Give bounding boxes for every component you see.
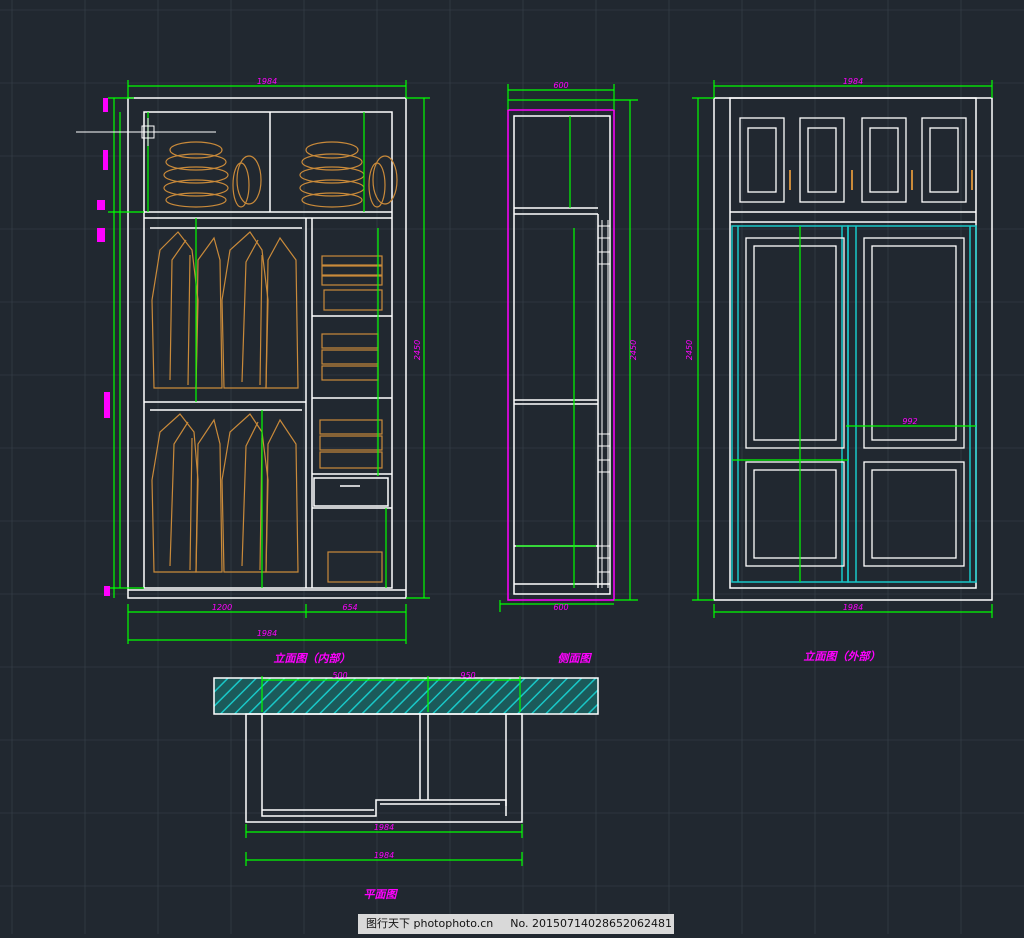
sliding-door-panels (745, 237, 965, 567)
label-plan-view: 平面图 (364, 888, 399, 901)
cad-canvas: 1984 2450 1200 654 1984 600 2450 600 198… (0, 0, 1024, 934)
dim-front-outer-bottom: 1984 (843, 603, 863, 612)
folded-clothes-left (163, 141, 262, 208)
cad-drawing: 1984 2450 1200 654 1984 600 2450 600 198… (0, 0, 1024, 934)
label-side-view: 侧面图 (558, 652, 593, 665)
dim-plan-width-2: 1984 (374, 851, 394, 860)
plan-body (245, 713, 523, 823)
side-elevation (499, 84, 638, 612)
dim-front-outer-height: 2450 (685, 340, 694, 360)
plan-view (213, 676, 599, 866)
label-front-inner-view: 立面图（内部） (274, 652, 351, 665)
dim-front-inner-bottom: 1984 (257, 629, 277, 638)
folded-clothes-right (299, 141, 398, 208)
side-door-profile (597, 220, 611, 588)
dim-side-height: 2450 (629, 340, 638, 360)
label-front-outer-view: 立面图（外部） (804, 650, 881, 663)
dim-front-inner-height: 2450 (413, 340, 422, 360)
upper-door-handles (789, 170, 973, 190)
side-dimension-lines (499, 84, 638, 612)
dim-side-bottom: 600 (553, 603, 568, 612)
watermark-number: No. 20150714028652062481 (510, 917, 673, 930)
dim-front-inner-left: 1200 (212, 603, 232, 612)
dim-plan-top-right: 950 (460, 671, 475, 680)
dim-door-width: 992 (902, 417, 917, 426)
watermark-bar: 图行天下 photophoto.cn No. 20150714028652062… (358, 914, 674, 934)
annotations: 1984 2450 1200 654 1984 600 2450 600 198… (212, 77, 918, 901)
dim-side-top: 600 (553, 81, 568, 90)
hanging-coats-upper (151, 231, 299, 389)
dim-front-outer-top: 1984 (843, 77, 863, 86)
hanging-coats-lower (151, 413, 299, 573)
watermark-site: 图行天下 photophoto.cn (366, 917, 494, 930)
folded-stacks-right (319, 255, 383, 583)
dim-plan-top-left: 500 (332, 671, 347, 680)
dim-plan-width-1: 1984 (374, 823, 394, 832)
sliding-door-frames (731, 225, 977, 583)
front-outer-elevation (692, 80, 993, 618)
dim-front-inner-top: 1984 (257, 77, 277, 86)
dim-front-inner-right: 654 (342, 603, 357, 612)
plan-top-slab (213, 677, 599, 715)
